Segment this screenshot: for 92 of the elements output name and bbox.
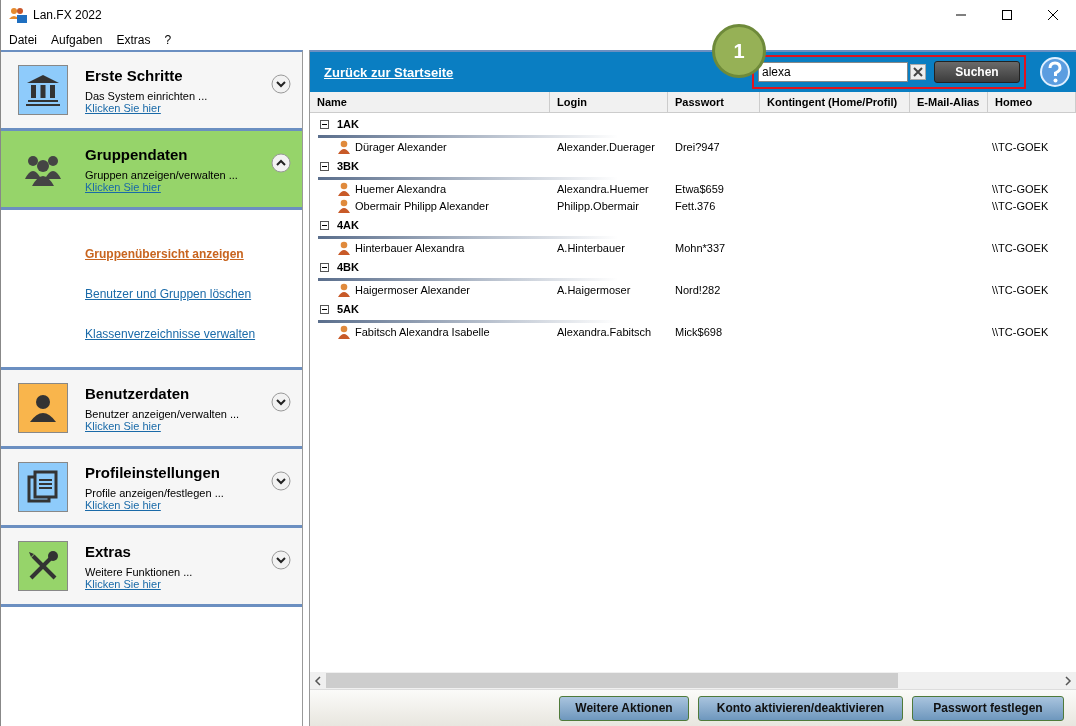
clear-icon[interactable]: [910, 64, 926, 80]
action-button[interactable]: Weitere Aktionen: [559, 695, 689, 721]
table-cell-text: Nord!282: [674, 283, 722, 296]
table-cell: Haigermoser Alexander: [355, 283, 470, 296]
help-icon[interactable]: [1040, 57, 1070, 87]
collapse-icon[interactable]: [320, 220, 329, 230]
table-cell-text: A.Haigermoser: [556, 283, 632, 296]
section-header[interactable]: Erste Schritte Das System einrichten ... Klicken Sie hier: [1, 52, 302, 131]
group-label: 4AK: [337, 219, 359, 231]
section-subtitle: Benutzer anzeigen/verwalten ...: [85, 407, 241, 420]
task-link[interactable]: Gruppenübersicht anzeigen: [85, 246, 244, 262]
section-title: Extras: [85, 542, 132, 560]
section-header[interactable]: Benutzerdaten Benutzer anzeigen/verwalten ... Klicken Sie hier: [1, 370, 302, 449]
table-cell-text: Etwa$659: [674, 182, 725, 195]
group-label: 1AK: [337, 118, 359, 130]
table-cell-text: Alexandra.Fabitsch: [556, 325, 653, 338]
section-subtitle: Gruppen anzeigen/verwalten ...: [85, 168, 239, 181]
user-icon: [338, 282, 350, 297]
user-icon: [338, 240, 350, 255]
column-header[interactable]: Passwort: [668, 92, 760, 112]
column-header[interactable]: E-Mail-Alias: [910, 92, 988, 112]
table-cell-text: Mohn*337: [674, 241, 727, 254]
expand-icon[interactable]: [271, 471, 291, 491]
action-button[interactable]: Passwort festlegen: [912, 695, 1064, 721]
table-cell: Fabitsch Alexandra Isabelle: [355, 325, 490, 338]
table-cell-text: \\TC-GOEK: [991, 140, 1050, 153]
search-button[interactable]: Suchen: [934, 61, 1020, 83]
section-title: Benutzerdaten: [85, 384, 191, 402]
section-title: Erste Schritte: [85, 66, 184, 84]
table-cell-text: \\TC-GOEK: [991, 325, 1050, 338]
section-subtitle: Weitere Funktionen ...: [85, 565, 194, 578]
table-cell: Huemer Alexandra: [355, 182, 447, 195]
scroll-right-icon[interactable]: [1064, 675, 1072, 686]
window-title: Lan.FX 2022: [33, 8, 102, 22]
collapse-icon[interactable]: [320, 161, 329, 171]
section-link[interactable]: Klicken Sie hier: [85, 419, 161, 432]
table-cell-text: Alexander.Duerager: [556, 140, 656, 153]
section-link[interactable]: Klicken Sie hier: [85, 101, 161, 114]
section-link[interactable]: Klicken Sie hier: [85, 498, 161, 511]
section-header[interactable]: Profileinstellungen Profile anzeigen/festlegen ... Klicken Sie hier: [1, 449, 302, 528]
group-label: 5AK: [337, 303, 359, 315]
user-icon: [338, 181, 350, 196]
column-header[interactable]: Name: [310, 92, 550, 112]
section-header[interactable]: Extras Weitere Funktionen ... Klicken Sie hier: [1, 528, 302, 607]
section-subtitle: Das System einrichten ...: [85, 89, 209, 102]
search-field[interactable]: alexa: [758, 62, 908, 82]
column-header[interactable]: Kontingent (Home/Profil): [760, 92, 910, 112]
user-icon: [338, 198, 350, 213]
section-link[interactable]: Klicken Sie hier: [85, 577, 161, 590]
expand-icon[interactable]: [271, 550, 291, 570]
task-link[interactable]: Benutzer und Gruppen löschen: [85, 286, 252, 302]
back-link[interactable]: Zurück zur Startseite: [324, 64, 454, 80]
section-subtitle: Profile anzeigen/festlegen ...: [85, 486, 225, 499]
table-cell: Hinterbauer Alexandra: [355, 241, 465, 254]
expand-icon[interactable]: [271, 74, 291, 94]
action-button[interactable]: Konto aktivieren/deaktivieren: [698, 695, 903, 721]
scroll-left-icon[interactable]: [314, 675, 322, 686]
menu-item[interactable]: Extras: [116, 33, 151, 47]
group-label: 3BK: [337, 160, 359, 172]
table-cell-text: Drei?947: [674, 140, 721, 153]
menu-item[interactable]: Aufgaben: [51, 33, 103, 47]
column-header[interactable]: Homeo: [988, 92, 1076, 112]
table-cell-text: Alexandra.Huemer: [556, 182, 650, 195]
collapse-icon[interactable]: [320, 119, 329, 129]
table-cell-text: Mick$698: [674, 325, 724, 338]
table-cell-text: \\TC-GOEK: [991, 199, 1050, 212]
section-title: Gruppendaten: [85, 145, 189, 163]
task-link[interactable]: Klassenverzeichnisse verwalten: [85, 326, 256, 342]
collapse-icon[interactable]: [271, 153, 291, 173]
table-cell: Dürager Alexander: [355, 140, 447, 153]
menu-item[interactable]: Datei: [9, 33, 37, 47]
collapse-icon[interactable]: [320, 304, 329, 314]
table-cell-text: \\TC-GOEK: [991, 241, 1050, 254]
app-icon: [9, 7, 27, 23]
maximize-icon[interactable]: [1002, 10, 1012, 20]
table-cell-text: \\TC-GOEK: [991, 182, 1050, 195]
close-icon[interactable]: [1048, 10, 1058, 20]
table-cell-text: Philipp.Obermair: [556, 199, 640, 212]
group-label: 4BK: [337, 261, 359, 273]
horizontal-scrollbar[interactable]: [310, 672, 1076, 689]
collapse-icon[interactable]: [320, 262, 329, 272]
expand-icon[interactable]: [271, 392, 291, 412]
table-cell-text: Fett.376: [674, 199, 717, 212]
section-header[interactable]: Gruppendaten Gruppen anzeigen/verwalten ... Klicken Sie hier: [1, 131, 302, 210]
menu-item[interactable]: ?: [164, 33, 172, 47]
user-icon: [338, 324, 350, 339]
section-title: Profileinstellungen: [85, 463, 221, 481]
column-header[interactable]: Login: [550, 92, 668, 112]
table-cell-text: \\TC-GOEK: [991, 283, 1050, 296]
user-icon: [338, 139, 350, 154]
table-cell: Obermair Philipp Alexander: [355, 199, 489, 212]
table-cell-text: A.Hinterbauer: [556, 241, 626, 254]
